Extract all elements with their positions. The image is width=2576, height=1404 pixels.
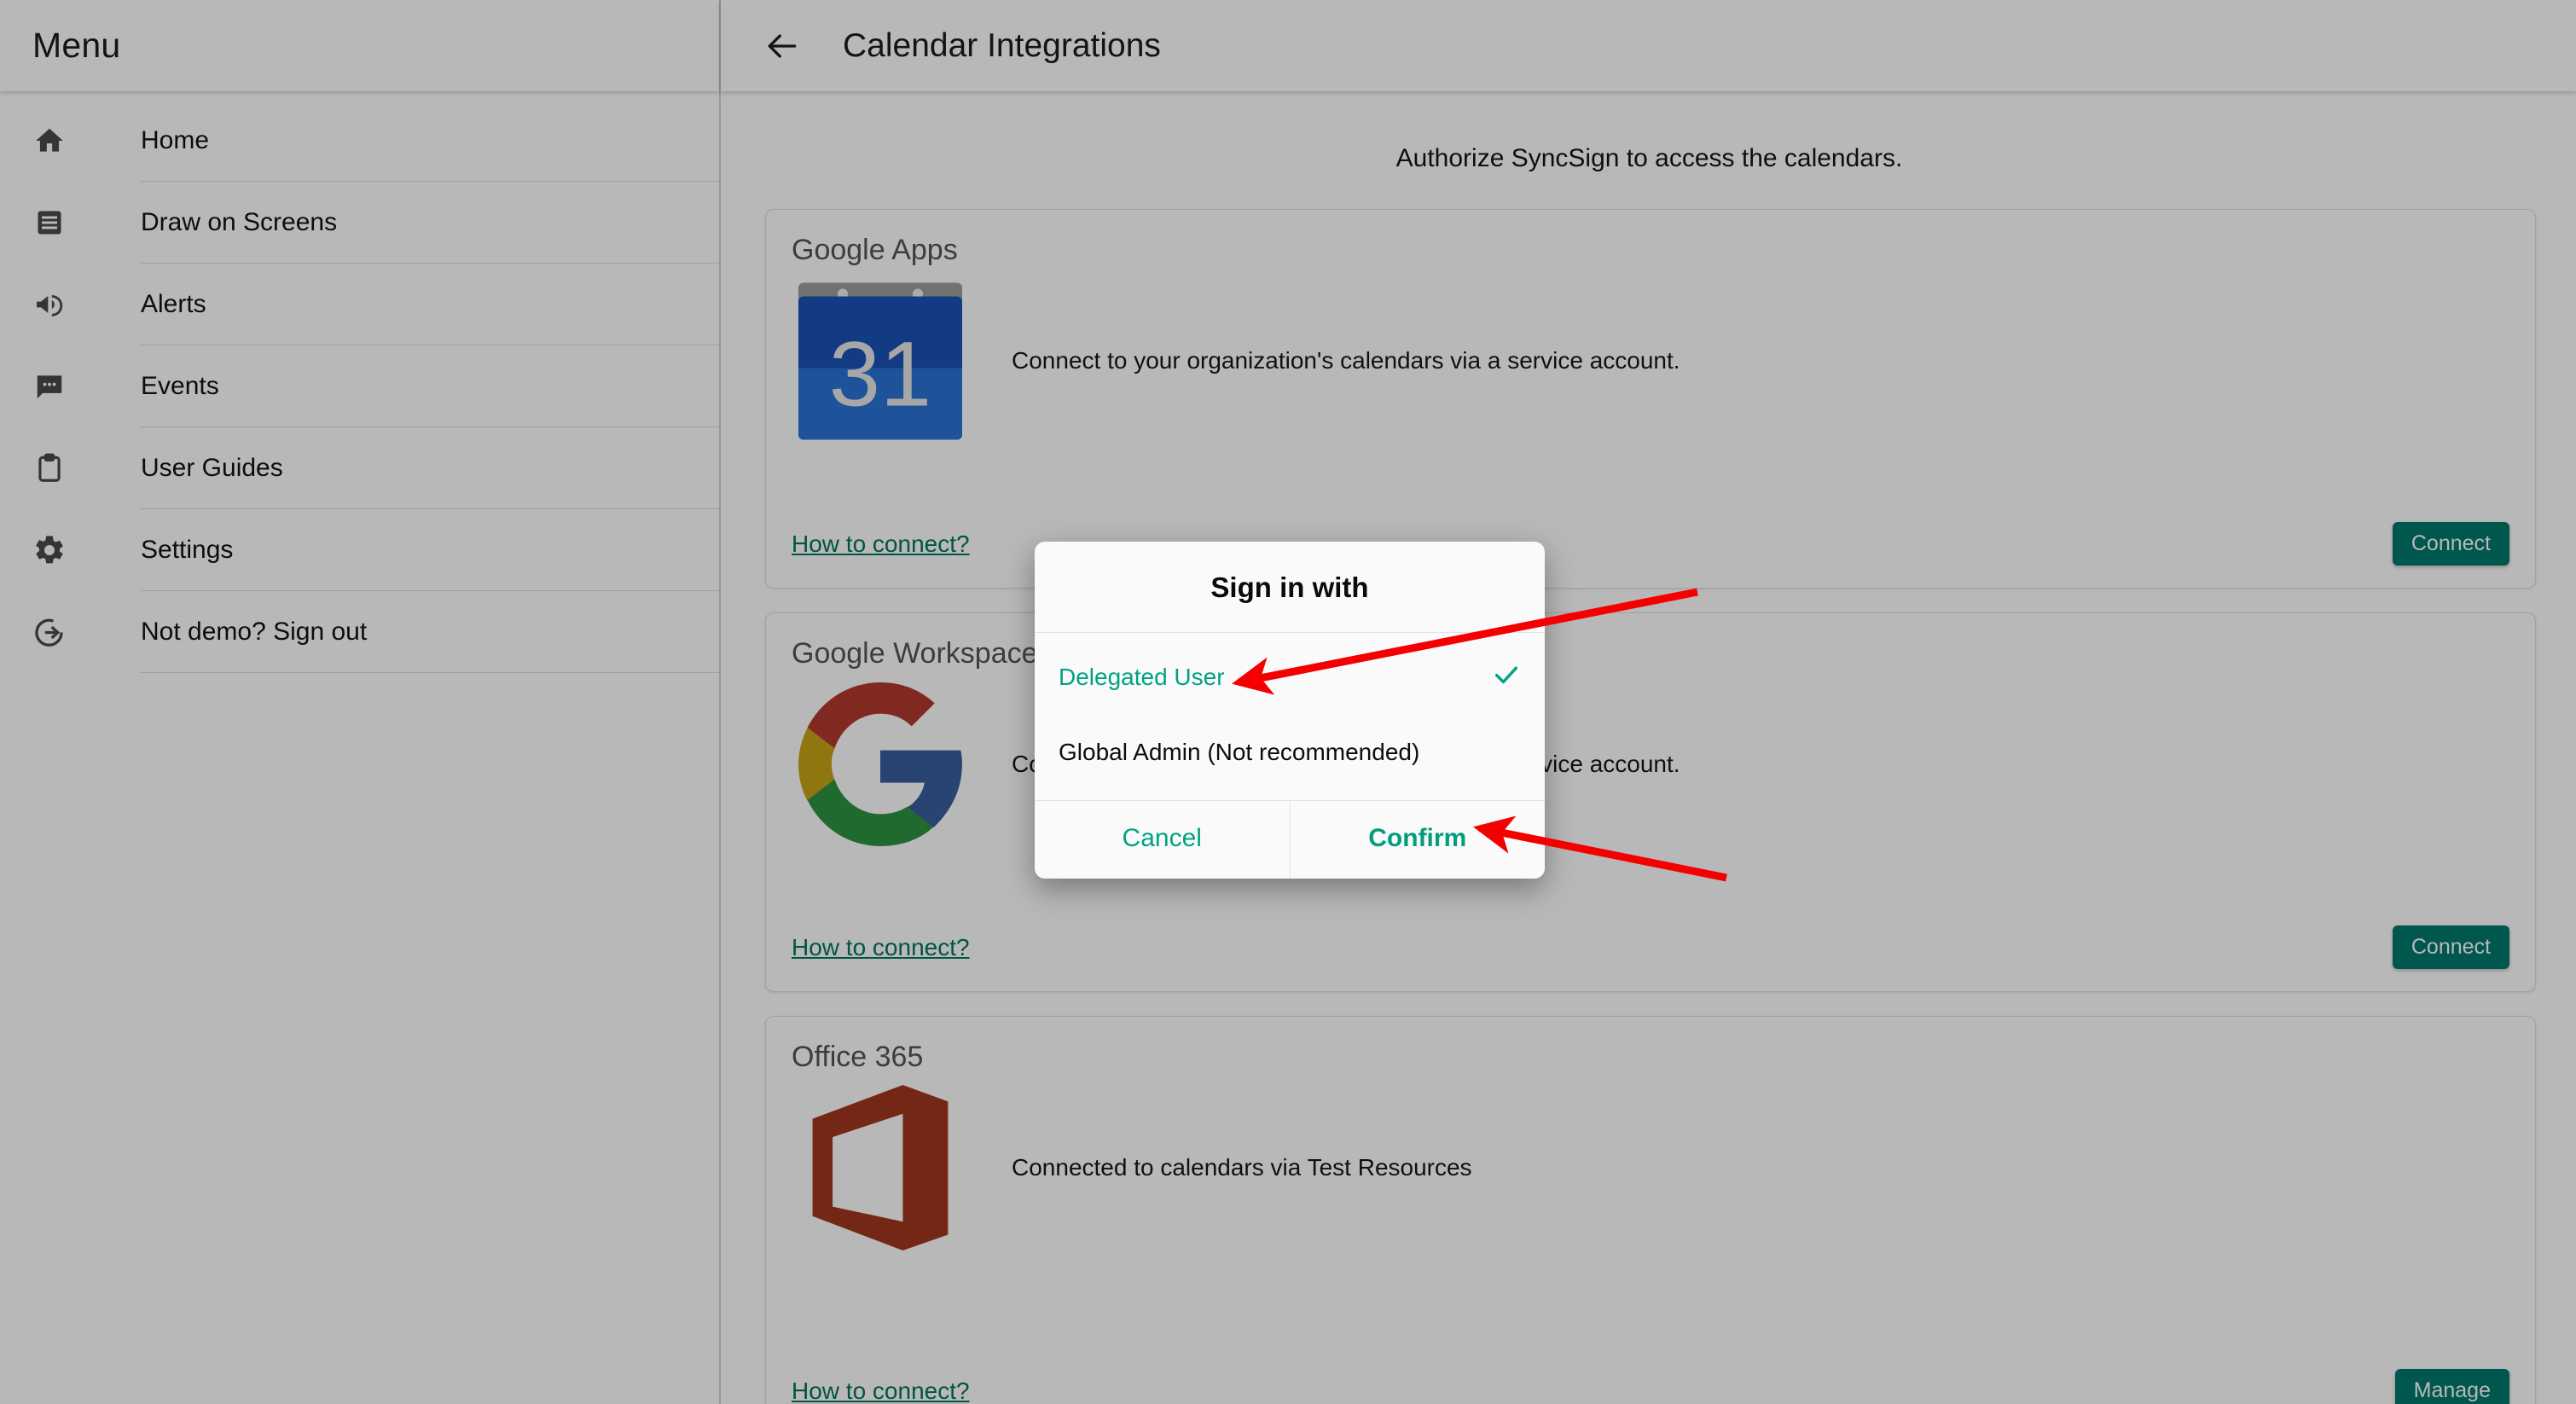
dialog-actions: Cancel Confirm [1035, 800, 1545, 879]
cancel-button[interactable]: Cancel [1035, 801, 1291, 879]
check-icon [1492, 660, 1521, 694]
dialog-option-label: Global Admin (Not recommended) [1059, 739, 1420, 765]
dialog-option-global-admin[interactable]: Global Admin (Not recommended) [1035, 715, 1545, 790]
dialog-option-label: Delegated User [1059, 664, 1225, 690]
sign-in-with-dialog: Sign in with Delegated User Global Admin… [1035, 542, 1545, 879]
confirm-button[interactable]: Confirm [1291, 801, 1546, 879]
dialog-option-delegated-user[interactable]: Delegated User [1035, 640, 1545, 715]
dialog-title: Sign in with [1035, 542, 1545, 633]
